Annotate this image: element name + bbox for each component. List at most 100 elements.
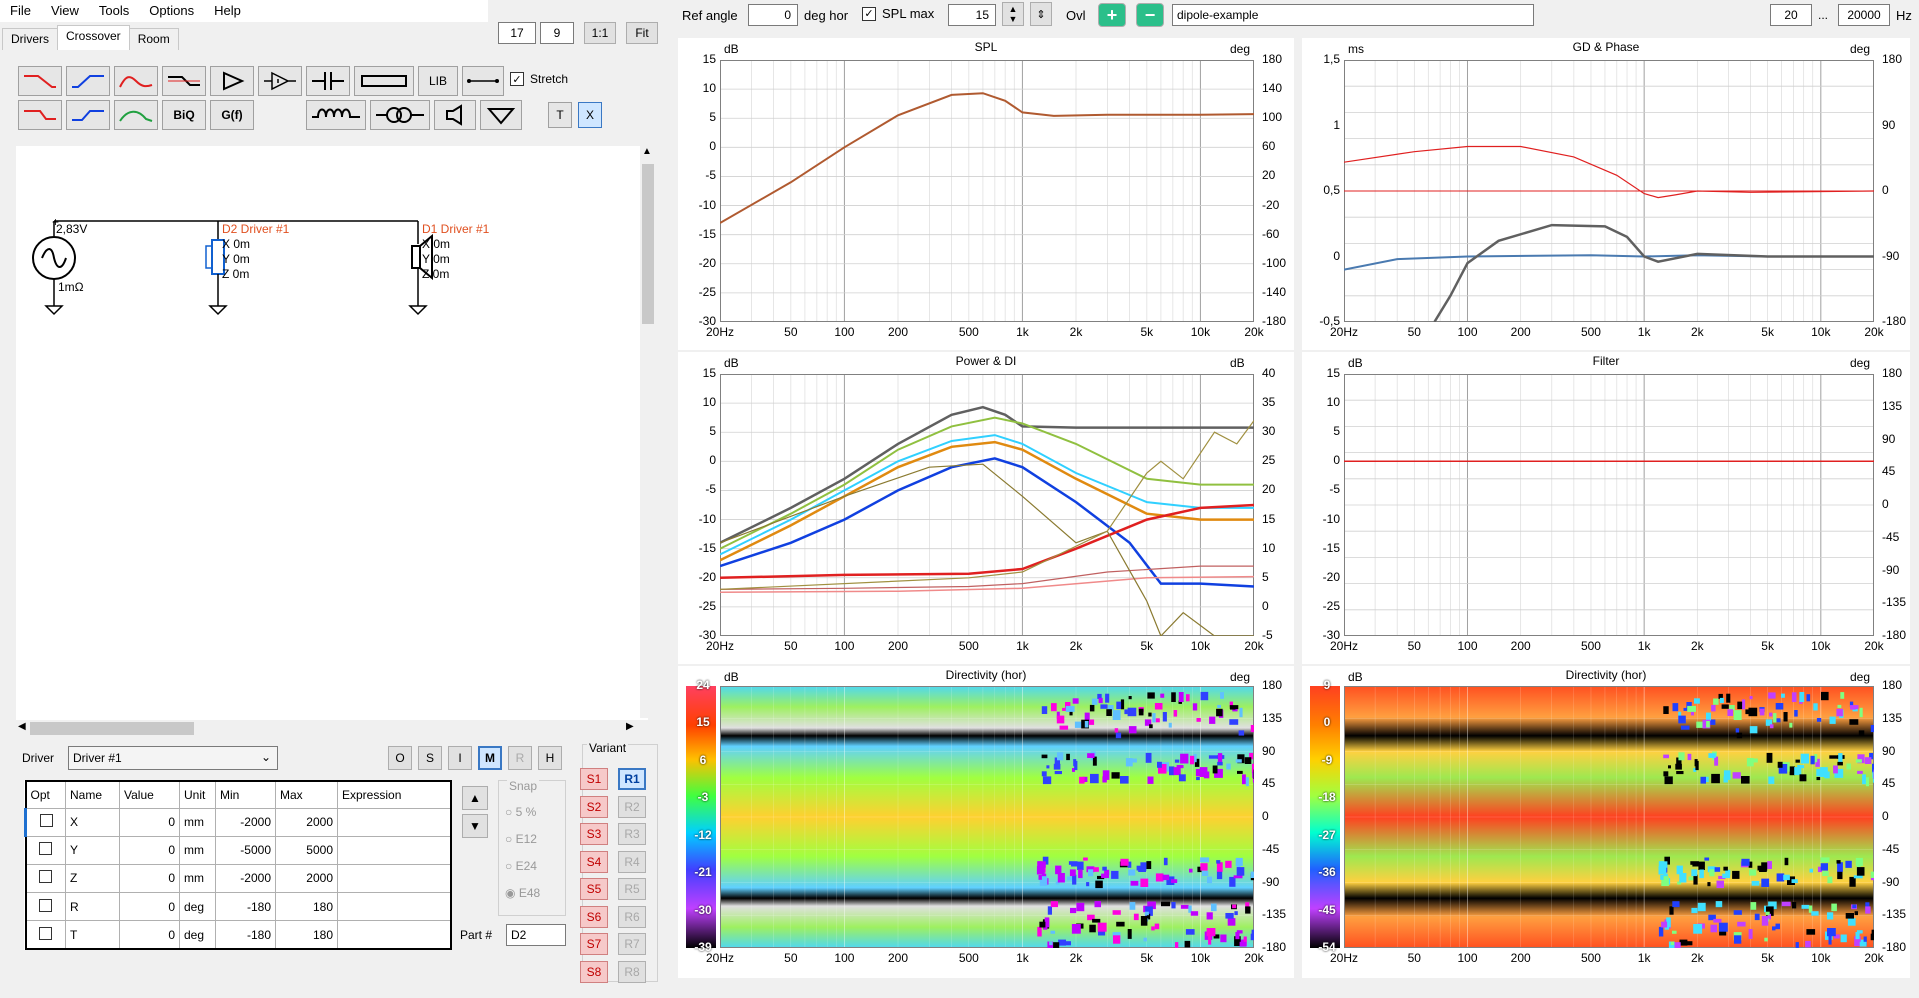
amplifier-icon[interactable] — [210, 66, 254, 96]
freq-max-field[interactable]: 20000 — [1838, 4, 1890, 26]
stretch-checkbox[interactable]: ✓ Stretch — [510, 72, 568, 86]
variant-s1-button[interactable]: S1 — [580, 768, 608, 790]
menu-options[interactable]: Options — [139, 0, 204, 22]
spl-auto-button[interactable]: ⇕ — [1030, 2, 1052, 26]
param-expression[interactable] — [337, 835, 452, 865]
scroll-right-icon[interactable]: ▶ — [626, 721, 634, 732]
resistor-icon[interactable] — [354, 66, 414, 96]
table-row[interactable]: Y 0 mm -5000 5000 — [25, 835, 452, 865]
opt-checkbox[interactable] — [25, 835, 66, 865]
add-overlay-button[interactable]: + — [1098, 3, 1126, 27]
delete-tool-button[interactable]: X — [578, 102, 602, 128]
variant-s4-button[interactable]: S4 — [580, 850, 608, 873]
mode-r-button[interactable]: R — [508, 746, 532, 770]
spl-spin-button[interactable]: ▲ ▼ — [1002, 2, 1024, 26]
mode-m-button[interactable]: M — [478, 746, 502, 770]
menu-tools[interactable]: Tools — [89, 0, 139, 22]
freq-min-field[interactable]: 20 — [1770, 4, 1812, 26]
library-button[interactable]: LIB — [418, 66, 458, 96]
param-max[interactable]: 5000 — [275, 835, 338, 865]
move-down-button[interactable]: ▼ — [462, 814, 488, 838]
highpass2-blue-icon[interactable] — [66, 100, 110, 130]
hscroll-thumb[interactable] — [30, 722, 194, 735]
mode-i-button[interactable]: I — [448, 746, 472, 770]
plot-area[interactable] — [720, 60, 1254, 322]
transformer-icon[interactable] — [370, 100, 430, 130]
plot-dir1[interactable]: Directivity (hor) dB deg 24 15 6 -3 -12 -21 -30 -… — [678, 666, 1294, 978]
bandpass-red-icon[interactable] — [114, 66, 158, 96]
param-max[interactable]: 180 — [275, 892, 338, 922]
variant-r5-button[interactable]: R5 — [618, 878, 646, 900]
menu-view[interactable]: View — [41, 0, 89, 22]
param-expression[interactable] — [337, 863, 452, 894]
snap-e24-radio[interactable]: ○ E24 — [505, 859, 537, 873]
ground-icon[interactable] — [480, 100, 522, 130]
table-row[interactable]: R 0 deg -180 180 — [25, 892, 452, 922]
scroll-left-icon[interactable]: ◀ — [18, 721, 26, 732]
plot-gd[interactable]: GD & Phase ms deg 1,5 1 0,5 0 -0,5 180 90 0 -90 -180… — [1302, 38, 1910, 350]
scroll-thumb[interactable] — [642, 164, 654, 324]
wire-icon[interactable] — [462, 66, 504, 96]
zoom-1to1-button[interactable]: 1:1 — [584, 22, 616, 44]
menu-file[interactable]: File — [0, 0, 41, 22]
param-min[interactable]: -5000 — [215, 835, 276, 865]
part-number-field[interactable]: D2 — [506, 924, 566, 946]
param-min[interactable]: -2000 — [215, 863, 276, 894]
plot-dir2[interactable]: Directivity (hor) dB deg 9 0 -9 -18 -27 -36 -45-… — [1302, 666, 1910, 978]
param-value[interactable]: 0 — [119, 920, 180, 950]
variant-s5-button[interactable]: S5 — [580, 878, 608, 900]
plot-power[interactable]: Power & DI dB dB 15 10 5 0 -5 -10 -15 -20 -25 -30 40 3… — [678, 352, 1294, 664]
tab-room[interactable]: Room — [128, 28, 179, 50]
move-up-button[interactable]: ▲ — [462, 786, 488, 810]
param-value[interactable]: 0 — [119, 835, 180, 865]
opt-checkbox[interactable] — [25, 892, 66, 922]
snap-e48-radio[interactable]: ◉ E48 — [505, 886, 540, 900]
remove-overlay-button[interactable]: − — [1136, 3, 1164, 27]
variant-s7-button[interactable]: S7 — [580, 933, 608, 955]
variant-r6-button[interactable]: R6 — [618, 905, 646, 928]
param-max[interactable]: 180 — [275, 920, 338, 950]
opt-checkbox[interactable] — [24, 807, 66, 837]
variant-r4-button[interactable]: R4 — [618, 850, 646, 873]
plot-filter[interactable]: Filter dB deg 15 10 5 0 -5 -10 -15 -20 -25 -30 180 135… — [1302, 352, 1910, 664]
grid-count-a-field[interactable]: 17 — [498, 22, 536, 44]
variant-s6-button[interactable]: S6 — [580, 905, 608, 928]
transfer-function-button[interactable]: G(f) — [210, 100, 254, 130]
capacitor-icon[interactable] — [306, 66, 350, 96]
snap-5pct-radio[interactable]: ○ 5 % — [505, 805, 536, 819]
plot-area[interactable] — [1344, 60, 1874, 322]
param-max[interactable]: 2000 — [275, 863, 338, 894]
scroll-up-icon[interactable]: ▲ — [642, 146, 652, 157]
ref-angle-field[interactable]: 0 — [748, 4, 798, 26]
variant-s8-button[interactable]: S8 — [580, 960, 608, 983]
param-expression[interactable] — [337, 892, 452, 922]
lowpass2-red-icon[interactable] — [18, 100, 62, 130]
variant-r1-button[interactable]: R1 — [618, 768, 646, 790]
spl-max-field[interactable]: 15 — [948, 4, 996, 26]
variant-r3-button[interactable]: R3 — [618, 823, 646, 845]
snap-e12-radio[interactable]: ○ E12 — [505, 832, 537, 846]
grid-count-b-field[interactable]: 9 — [540, 22, 574, 44]
speaker-icon[interactable] — [434, 100, 476, 130]
shelf-icon[interactable] — [162, 66, 206, 96]
table-row[interactable]: X 0 mm -2000 2000 — [24, 807, 452, 837]
bandpass-green-icon[interactable] — [114, 100, 158, 130]
fit-button[interactable]: Fit — [626, 22, 658, 44]
param-max[interactable]: 2000 — [275, 807, 338, 837]
plot-spl[interactable]: SPL dB deg 15 10 5 0 -5 -10 -15 -20 -25 -30 180 140 100… — [678, 38, 1294, 350]
variant-r2-button[interactable]: R2 — [618, 795, 646, 818]
tab-crossover[interactable]: Crossover — [57, 25, 130, 50]
driver-select[interactable]: Driver #1 ⌄ — [68, 746, 278, 770]
param-min[interactable]: -180 — [215, 892, 276, 922]
inductor-icon[interactable] — [306, 100, 366, 130]
opt-checkbox[interactable] — [25, 920, 66, 950]
schematic-vertical-scrollbar[interactable]: ▲ — [640, 146, 656, 718]
plot-area[interactable] — [720, 374, 1254, 636]
opt-checkbox[interactable] — [25, 863, 66, 894]
schematic-horizontal-scrollbar[interactable]: ◀ ▶ — [16, 720, 640, 737]
param-expression[interactable] — [337, 807, 452, 837]
mode-s-button[interactable]: S — [418, 746, 442, 770]
plot-area[interactable] — [1344, 374, 1874, 636]
schematic-canvas[interactable]: + 2,83V 1mΩ D2 Driver #1 X 0m Y 0m Z 0m … — [16, 146, 648, 720]
param-value[interactable]: 0 — [119, 892, 180, 922]
